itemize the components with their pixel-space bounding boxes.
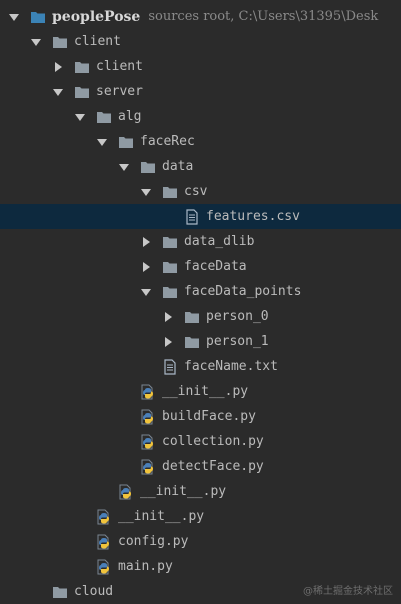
tree-file-item[interactable]: detectFace.py: [0, 454, 401, 479]
folder-icon: [74, 85, 90, 99]
expand-arrow-right-icon[interactable]: [162, 311, 174, 323]
tree-item-label: peoplePose: [52, 8, 141, 25]
folder-icon: [74, 60, 90, 74]
folder-icon: [162, 185, 178, 199]
expand-arrow-down-icon[interactable]: [140, 186, 152, 198]
tree-folder-item[interactable]: client: [0, 29, 401, 54]
tree-item-label: features.csv: [206, 209, 300, 224]
expand-arrow-right-icon[interactable]: [140, 236, 152, 248]
folder-icon: [162, 285, 178, 299]
tree-file-item[interactable]: __init__.py: [0, 379, 401, 404]
folder-icon: [162, 260, 178, 274]
python-file-icon: [140, 459, 156, 474]
folder-icon: [184, 310, 200, 324]
watermark: @稀土掘金技术社区: [303, 586, 393, 597]
tree-file-item[interactable]: config.py: [0, 529, 401, 554]
folder-icon: [140, 160, 156, 174]
expand-arrow-right-icon[interactable]: [52, 61, 64, 73]
expand-arrow-down-icon[interactable]: [96, 136, 108, 148]
tree-item-label: detectFace.py: [162, 459, 264, 474]
tree-folder-item[interactable]: csv: [0, 179, 401, 204]
tree-folder-item[interactable]: server: [0, 79, 401, 104]
expand-arrow-down-icon[interactable]: [52, 86, 64, 98]
expand-arrow-down-icon[interactable]: [140, 286, 152, 298]
folder-icon: [118, 135, 134, 149]
tree-item-label: alg: [118, 109, 142, 124]
tree-folder-item[interactable]: data: [0, 154, 401, 179]
tree-folder-item[interactable]: faceRec: [0, 129, 401, 154]
tree-folder-item[interactable]: person_0: [0, 304, 401, 329]
tree-item-label: faceData_points: [184, 284, 302, 299]
tree-item-label: __init__.py: [162, 384, 249, 399]
tree-folder-item[interactable]: alg: [0, 104, 401, 129]
tree-file-item[interactable]: features.csv: [0, 204, 401, 229]
tree-item-label: cloud: [74, 584, 114, 599]
expand-arrow-right-icon[interactable]: [162, 336, 174, 348]
tree-item-label: main.py: [118, 559, 173, 574]
tree-item-label: person_0: [206, 309, 269, 324]
tree-folder-item[interactable]: faceData_points: [0, 279, 401, 304]
text-file-icon: [184, 208, 200, 225]
expand-arrow-down-icon[interactable]: [8, 11, 20, 23]
tree-item-label: faceData: [184, 259, 247, 274]
tree-folder-item[interactable]: peoplePose sources root, C:\Users\31395\D…: [0, 4, 401, 29]
tree-file-item[interactable]: __init__.py: [0, 504, 401, 529]
tree-item-label: csv: [184, 184, 208, 199]
python-file-icon: [140, 434, 156, 449]
python-file-icon: [118, 484, 134, 499]
root-folder-icon: [30, 10, 46, 24]
tree-file-item[interactable]: faceName.txt: [0, 354, 401, 379]
source-root-hint: sources root, C:\Users\31395\Desk: [148, 9, 379, 24]
tree-item-label: buildFace.py: [162, 409, 256, 424]
tree-item-label: server: [96, 84, 143, 99]
tree-file-item[interactable]: main.py: [0, 554, 401, 579]
tree-folder-item[interactable]: data_dlib: [0, 229, 401, 254]
project-tree: peoplePose sources root, C:\Users\31395\D…: [0, 4, 401, 604]
tree-item-label: data_dlib: [184, 234, 255, 249]
tree-folder-item[interactable]: person_1: [0, 329, 401, 354]
folder-icon: [96, 110, 112, 124]
expand-arrow-down-icon[interactable]: [118, 161, 130, 173]
tree-item-label: client: [74, 34, 121, 49]
text-file-icon: [162, 358, 178, 375]
python-file-icon: [96, 534, 112, 549]
python-file-icon: [140, 409, 156, 424]
expand-arrow-right-icon[interactable]: [140, 261, 152, 273]
tree-item-label: __init__.py: [140, 484, 227, 499]
tree-item-label: config.py: [118, 534, 189, 549]
tree-file-item[interactable]: collection.py: [0, 429, 401, 454]
folder-icon: [184, 335, 200, 349]
tree-folder-item[interactable]: faceData: [0, 254, 401, 279]
tree-item-label: faceName.txt: [184, 359, 278, 374]
folder-icon: [52, 35, 68, 49]
tree-file-item[interactable]: __init__.py: [0, 479, 401, 504]
python-file-icon: [140, 384, 156, 399]
tree-item-label: collection.py: [162, 434, 264, 449]
tree-item-label: client: [96, 59, 143, 74]
python-file-icon: [96, 509, 112, 524]
expand-arrow-down-icon[interactable]: [74, 111, 86, 123]
tree-folder-item[interactable]: client: [0, 54, 401, 79]
folder-icon: [52, 585, 68, 599]
folder-icon: [162, 235, 178, 249]
tree-file-item[interactable]: buildFace.py: [0, 404, 401, 429]
tree-item-label: __init__.py: [118, 509, 205, 524]
tree-item-label: data: [162, 159, 194, 174]
tree-item-label: faceRec: [140, 134, 195, 149]
python-file-icon: [96, 559, 112, 574]
tree-item-label: person_1: [206, 334, 269, 349]
expand-arrow-down-icon[interactable]: [30, 36, 42, 48]
